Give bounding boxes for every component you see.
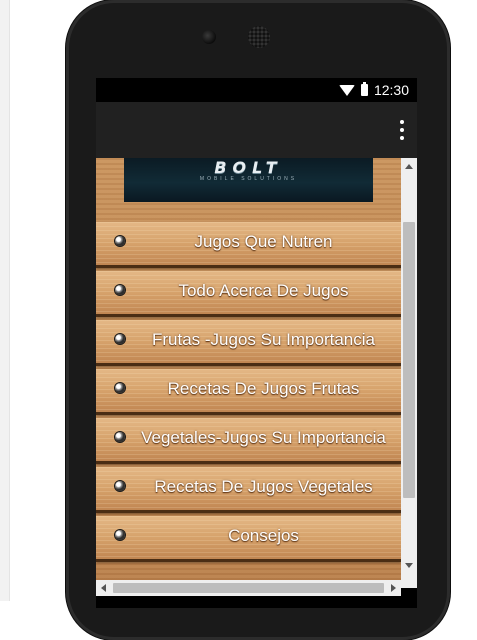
- content-area: BOLT MOBILE SOLUTIONS Jugos Que Nutren T…: [96, 158, 401, 588]
- menu-item-todo-acerca[interactable]: Todo Acerca De Jugos: [96, 271, 401, 317]
- status-icons: 12:30: [338, 81, 409, 99]
- menu-item-label: Consejos: [228, 526, 299, 545]
- status-bar: 12:30: [96, 78, 417, 102]
- app-bar: [96, 102, 417, 158]
- more-vert-icon[interactable]: [397, 120, 407, 140]
- menu-list: Jugos Que Nutren Todo Acerca De Jugos Fr…: [96, 222, 401, 565]
- bullet-icon: [115, 383, 125, 393]
- speaker-icon: [248, 26, 270, 48]
- menu-item-label: Todo Acerca De Jugos: [178, 281, 349, 300]
- menu-item-label: Frutas -Jugos Su Importancia: [152, 330, 375, 349]
- scroll-thumb[interactable]: [403, 222, 415, 498]
- bullet-icon: [115, 334, 125, 344]
- menu-item-label: Recetas De Jugos Frutas: [167, 379, 360, 398]
- banner-logo: BOLT: [214, 158, 283, 177]
- scroll-down-icon[interactable]: [405, 563, 413, 568]
- overflow-dot: [400, 120, 404, 124]
- scroll-left-icon[interactable]: [101, 584, 106, 592]
- horizontal-scrollbar[interactable]: [96, 580, 401, 596]
- menu-item-recetas-vegetales[interactable]: Recetas De Jugos Vegetales: [96, 467, 401, 513]
- vertical-scrollbar[interactable]: [401, 158, 417, 588]
- menu-item-jugos-que-nutren[interactable]: Jugos Que Nutren: [96, 222, 401, 268]
- horizontal-scroll-thumb[interactable]: [113, 583, 384, 593]
- camera-icon: [202, 30, 216, 44]
- bullet-icon: [115, 285, 125, 295]
- menu-item-consejos[interactable]: Consejos: [96, 516, 401, 562]
- bullet-icon: [115, 432, 125, 442]
- scroll-right-icon[interactable]: [391, 584, 396, 592]
- menu-item-frutas-importancia[interactable]: Frutas -Jugos Su Importancia: [96, 320, 401, 366]
- phone-frame: 12:30 BOLT MOBILE SOLUTIONS Jugos Que Nu…: [66, 0, 450, 640]
- browser-edge: [0, 0, 10, 601]
- bullet-icon: [115, 236, 125, 246]
- menu-item-vegetales-importancia[interactable]: Vegetales-Jugos Su Importancia: [96, 418, 401, 464]
- phone-screen: 12:30 BOLT MOBILE SOLUTIONS Jugos Que Nu…: [96, 78, 417, 608]
- bullet-icon: [115, 530, 125, 540]
- bolt-banner[interactable]: BOLT MOBILE SOLUTIONS: [124, 158, 373, 202]
- banner-subtitle: MOBILE SOLUTIONS: [199, 176, 298, 182]
- scroll-up-icon[interactable]: [405, 164, 413, 169]
- battery-icon: [360, 82, 368, 96]
- menu-item-label: Vegetales-Jugos Su Importancia: [141, 428, 386, 447]
- overflow-dot: [400, 136, 404, 140]
- menu-item-label: Recetas De Jugos Vegetales: [154, 477, 373, 496]
- menu-item-label: Jugos Que Nutren: [194, 232, 333, 251]
- menu-item-recetas-frutas[interactable]: Recetas De Jugos Frutas: [96, 369, 401, 415]
- status-time: 12:30: [373, 82, 409, 98]
- wifi-icon: [338, 84, 355, 96]
- bullet-icon: [115, 481, 125, 491]
- overflow-dot: [400, 128, 404, 132]
